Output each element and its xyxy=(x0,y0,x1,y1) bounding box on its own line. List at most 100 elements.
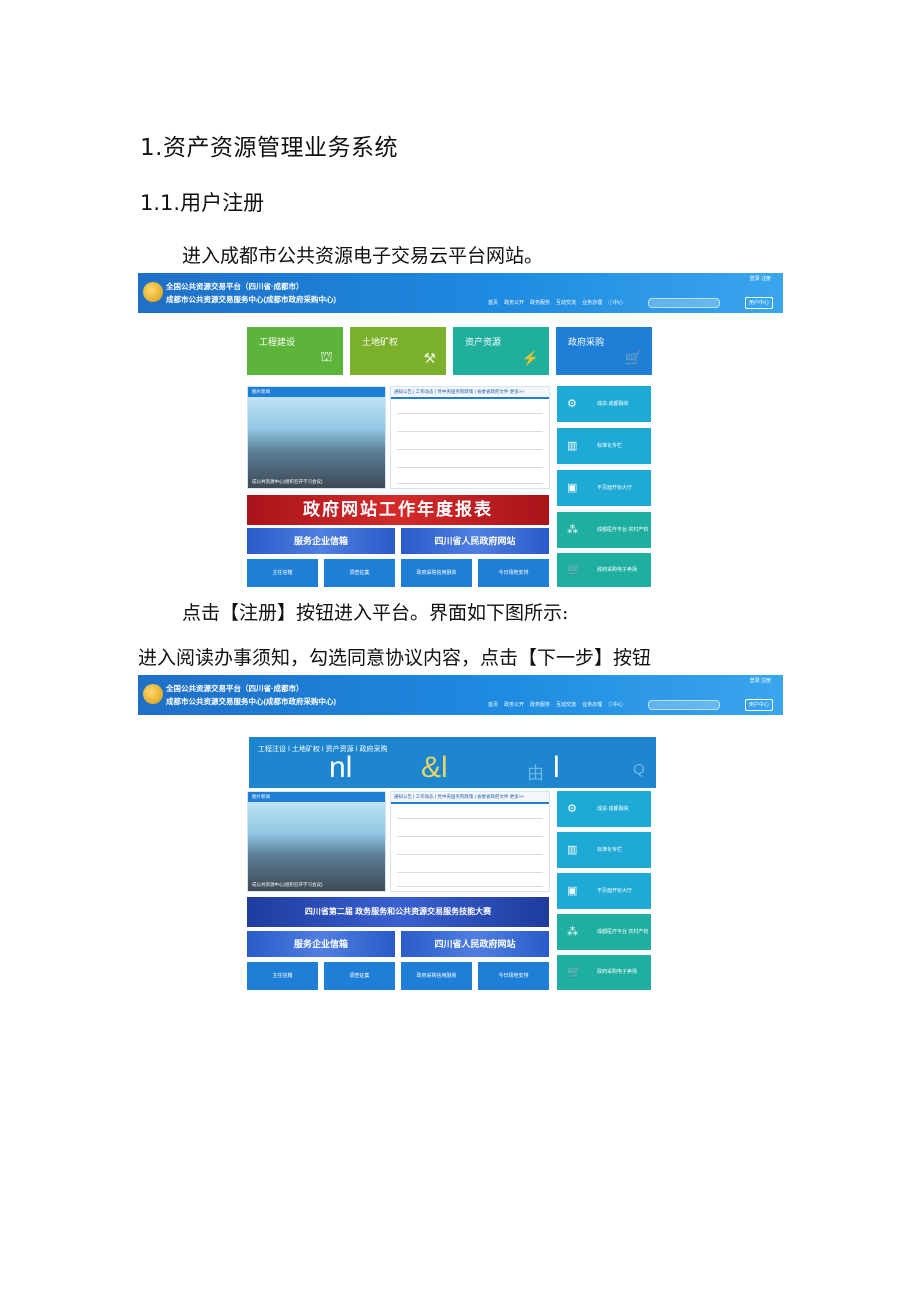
windmill-icon: ⚡ xyxy=(521,350,539,366)
category-tab-bar: 工程注设 I 土地矿权 I 资产资源 I 政府采购 nl &l 由 l Q xyxy=(249,737,656,788)
director-mailbox-button[interactable]: 主任信箱 xyxy=(247,559,318,587)
side-rural-property[interactable]: ⁂成都医疗平台 农村产权交易 xyxy=(557,914,651,971)
side-rural-property[interactable]: ⁂成都医疗平台 农村产权交易 xyxy=(557,512,651,569)
site-logo xyxy=(143,282,163,302)
director-mailbox-button[interactable]: 主任信箱 xyxy=(247,962,318,990)
user-center-button[interactable]: 用户中心 xyxy=(745,699,773,711)
news-photo[interactable]: 成公共资源中心(组织召开学习会议) xyxy=(248,397,385,488)
tab-glyph: l xyxy=(553,751,560,784)
side-label: 成渝·成都融资 xyxy=(597,806,629,812)
side-standardization[interactable]: ▥ 标准化专栏 xyxy=(557,428,651,464)
survey-button[interactable]: 调查征集 xyxy=(324,962,395,990)
side-label: 不见面开标大厅 xyxy=(597,888,633,894)
list-tabs[interactable]: 通知公告 | 工作动态 | 党中央国务院政策 | 省委省政府文件 更多>> xyxy=(391,792,549,804)
side-label: 标准化专栏 xyxy=(597,847,623,853)
tile-engineering[interactable]: 工程建设 ⛫ xyxy=(247,327,343,375)
list-item[interactable] xyxy=(397,449,543,450)
tile-assets[interactable]: 资产资源 ⚡ xyxy=(453,327,549,375)
nav-item[interactable]: ⓘ中心 xyxy=(608,300,623,306)
network-icon: ⁂ xyxy=(567,524,578,536)
intro-paragraph: 进入成都市公共资源电子交易云平台网站。 xyxy=(182,245,544,267)
monitor-icon: ▣ xyxy=(567,885,578,897)
tab-glyph: nl xyxy=(329,751,353,784)
notice-list: 通知公告 | 工作动态 | 党中央国务院政策 | 省委省政府文件 更多>> xyxy=(390,791,550,892)
link-icon: ⚙ xyxy=(567,398,577,410)
search-input[interactable] xyxy=(648,298,720,308)
tab-glyph: &l xyxy=(421,751,448,784)
side-e-mall[interactable]: 🛒 政府采购电子卖场 xyxy=(557,955,651,990)
news-caption: 成公共资源中心(组织召开学习会议) xyxy=(252,882,323,887)
credit-financing-button[interactable]: 政府采购信用融资 xyxy=(401,962,472,990)
side-label: 政府采购电子卖场 xyxy=(597,567,638,573)
nav-item[interactable]: 业务办理 xyxy=(582,300,602,306)
list-item[interactable] xyxy=(397,413,543,414)
list-item[interactable] xyxy=(397,836,543,837)
login-register-links[interactable]: 登录 注册 xyxy=(750,275,771,282)
news-caption: 成公共资源中心(组织召开学习会议) xyxy=(252,479,323,484)
enterprise-mailbox-banner[interactable]: 服务企业信箱 xyxy=(247,528,395,554)
cart-icon: 🛒 xyxy=(567,966,581,978)
site-header: 全国公共资源交易平台（四川省·成都市） 成都市公共资源交易服务中心(成都市政府采… xyxy=(138,273,783,313)
provincial-gov-banner[interactable]: 四川省人民政府网站 xyxy=(401,528,549,554)
website-screenshot-1: 全国公共资源交易平台（四川省·成都市） 成都市公共资源交易服务中心(成都市政府采… xyxy=(138,273,783,589)
section-heading: 1.资产资源管理业务系统 xyxy=(140,135,398,161)
tab-glyph: Q xyxy=(633,761,645,778)
news-photo[interactable]: 成公共资源中心(组织召开学习会议) xyxy=(248,802,385,891)
cart-icon: 🛒 xyxy=(567,564,581,576)
notice-list: 通知公告 | 工作动态 | 党中央国务院政策 | 省委省政府文件 更多>> xyxy=(390,386,550,489)
side-label: 政府采购电子卖场 xyxy=(597,969,638,975)
list-item[interactable] xyxy=(397,872,543,873)
side-financing[interactable]: ⚙ 成渝·成都融资 xyxy=(557,386,651,422)
provincial-gov-banner[interactable]: 四川省人民政府网站 xyxy=(401,931,549,957)
tile-label: 工程建设 xyxy=(259,337,296,347)
site-nav: 首页 政务公开 政务服务 互动交流 业务办理 ⓘ中心 xyxy=(488,701,629,708)
agreement-instruction: 进入阅读办事须知，勾选同意协议内容，点击【下一步】按钮 xyxy=(138,647,652,669)
nav-item[interactable]: 政务公开 xyxy=(504,300,524,306)
subsection-heading: 1.1.用户注册 xyxy=(140,191,265,215)
list-item[interactable] xyxy=(397,886,543,887)
login-register-links[interactable]: 登录 注册 xyxy=(750,677,771,684)
nav-item[interactable]: 互动交流 xyxy=(556,300,576,306)
list-tabs[interactable]: 通知公告 | 工作动态 | 党中央国务院政策 | 省委省政府文件 更多>> xyxy=(391,387,549,399)
list-item[interactable] xyxy=(397,431,543,432)
chart-icon: ▥ xyxy=(567,844,578,856)
enterprise-mailbox-banner[interactable]: 服务企业信箱 xyxy=(247,931,395,957)
venue-schedule-button[interactable]: 今日场地安排 xyxy=(478,559,549,587)
list-item[interactable] xyxy=(397,483,543,484)
list-item[interactable] xyxy=(397,818,543,819)
nav-item[interactable]: 业务办理 xyxy=(582,702,602,708)
nav-item[interactable]: ⓘ中心 xyxy=(608,702,623,708)
side-standardization[interactable]: ▥ 标准化专栏 xyxy=(557,832,651,868)
nav-item[interactable]: 首页 xyxy=(488,702,498,708)
nav-item[interactable]: 政务服务 xyxy=(530,300,550,306)
side-financing[interactable]: ⚙ 成渝·成都融资 xyxy=(557,791,651,827)
link-icon: ⚙ xyxy=(567,803,577,815)
photo-news: 图片新闻 成公共资源中心(组织召开学习会议) xyxy=(247,386,386,489)
venue-schedule-button[interactable]: 今日场地安排 xyxy=(478,962,549,990)
cart-icon: 🛒 xyxy=(624,350,642,366)
search-input[interactable] xyxy=(648,700,720,710)
survey-button[interactable]: 调查征集 xyxy=(324,559,395,587)
user-center-button[interactable]: 用户中心 xyxy=(745,297,773,309)
credit-financing-button[interactable]: 政府采购信用融资 xyxy=(401,559,472,587)
side-remote-bidding[interactable]: ▣ 不见面开标大厅 xyxy=(557,873,651,909)
nav-item[interactable]: 互动交流 xyxy=(556,702,576,708)
tile-land[interactable]: 土地矿权 ⚒ xyxy=(350,327,446,375)
side-e-mall[interactable]: 🛒 政府采购电子卖场 xyxy=(557,553,651,587)
report-banner[interactable]: 政府网站工作年度报表 xyxy=(247,495,549,525)
network-icon: ⁂ xyxy=(567,926,578,938)
monitor-icon: ▣ xyxy=(567,482,578,494)
photo-news: 图片新闻 成公共资源中心(组织召开学习会议) xyxy=(247,791,386,892)
site-title-line2: 成都市公共资源交易服务中心(成都市政府采购中心) xyxy=(166,295,336,304)
competition-banner[interactable]: 四川省第二届 政务服务和公共资源交易服务技能大赛 xyxy=(247,897,549,927)
list-item[interactable] xyxy=(397,467,543,468)
category-tabs[interactable]: 工程注设 I 土地矿权 I 资产资源 I 政府采购 xyxy=(258,744,388,754)
nav-item[interactable]: 首页 xyxy=(488,300,498,306)
nav-item[interactable]: 政务服务 xyxy=(530,702,550,708)
site-logo xyxy=(143,684,163,704)
nav-item[interactable]: 政务公开 xyxy=(504,702,524,708)
side-remote-bidding[interactable]: ▣ 不见面开标大厅 xyxy=(557,470,651,506)
tile-procurement[interactable]: 政府采购 🛒 xyxy=(556,327,652,375)
list-item[interactable] xyxy=(397,854,543,855)
side-label: 不见面开标大厅 xyxy=(597,485,633,491)
